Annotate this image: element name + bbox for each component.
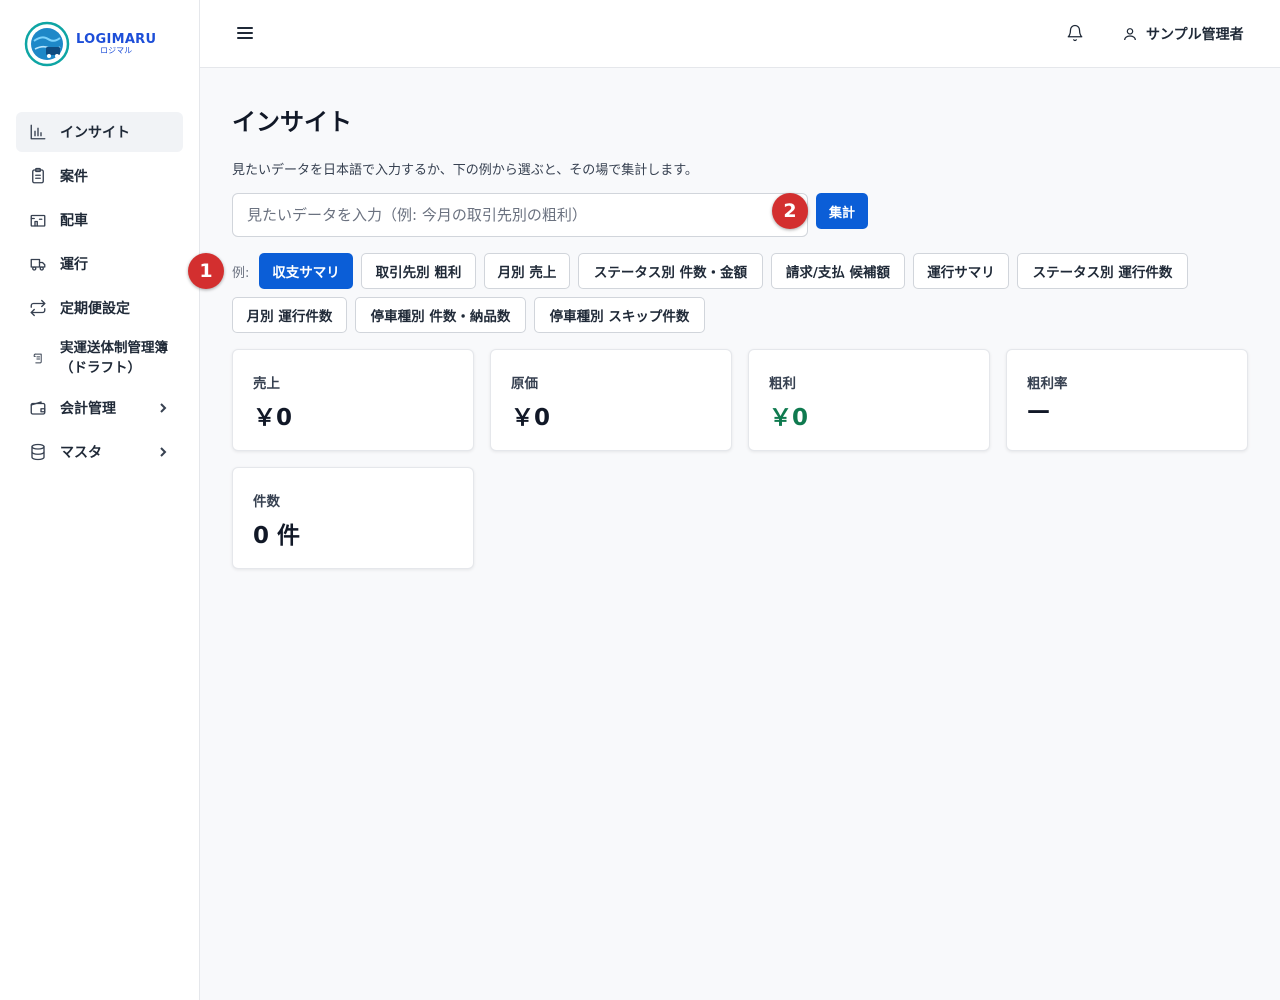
step-badge-1: 1 <box>188 253 224 289</box>
kpi-card-sales: 売上 ￥0 <box>232 349 474 451</box>
kpi-card-gross-profit: 粗利 ￥0 <box>748 349 990 451</box>
kpi-card-count: 件数 0 件 <box>232 467 474 569</box>
kpi-label: 売上 <box>253 376 280 392</box>
sidebar-item-label: 定期便設定 <box>60 301 130 317</box>
hamburger-menu-icon[interactable] <box>236 24 256 44</box>
bell-icon[interactable] <box>1066 24 1086 44</box>
example-chip-billing-payment-candidates[interactable]: 請求/支払 候補額 <box>771 253 905 289</box>
sidebar-item-transport-register[interactable]: 実運送体制管理簿 （ドラフト） <box>16 332 183 384</box>
example-chip-stop-type-delivery-count[interactable]: 停車種別 件数・納品数 <box>355 297 526 333</box>
step-badge-2: 2 <box>772 193 808 229</box>
kpi-card-cost: 原価 ￥0 <box>490 349 732 451</box>
query-input[interactable] <box>232 193 808 237</box>
example-chip-stop-type-skip-count[interactable]: 停車種別 スキップ件数 <box>534 297 705 333</box>
sidebar-item-label: 会計管理 <box>60 401 116 417</box>
sidebar-item-label: 運行 <box>60 257 88 273</box>
page-description: 見たいデータを日本語で入力するか、下の例から選ぶと、その場で集計します。 <box>232 163 698 178</box>
examples-label: 例: <box>232 266 250 281</box>
database-icon <box>28 442 48 462</box>
wallet-icon <box>28 398 48 418</box>
bar-chart-icon <box>28 122 48 142</box>
sidebar-item-dispatch[interactable]: 配車 <box>16 200 183 240</box>
user-icon <box>1124 28 1136 41</box>
truck-icon <box>28 254 48 274</box>
kpi-value: 0 件 <box>253 523 301 549</box>
kpi-value: ￥0 <box>769 405 809 431</box>
sidebar-item-master[interactable]: マスタ <box>16 432 183 472</box>
sidebar-item-label: 実運送体制管理簿 （ドラフト） <box>60 340 168 376</box>
sidebar: LOGIMARU ロジマル インサイト 案件 配車 運行 定期便設定 実運送体制… <box>0 0 200 1000</box>
clipboard-icon <box>28 166 48 186</box>
kpi-value: ￥0 <box>253 405 293 431</box>
logo[interactable]: LOGIMARU ロジマル <box>24 21 156 67</box>
chevron-right-icon <box>157 446 169 458</box>
logo-name: LOGIMARU <box>76 32 157 47</box>
user-name: サンプル管理者 <box>1146 27 1244 43</box>
sidebar-item-label: インサイト <box>60 125 130 141</box>
page-title: インサイト <box>232 108 352 136</box>
example-chip-status-count-amount[interactable]: ステータス別 件数・金額 <box>578 253 763 289</box>
chevron-right-icon <box>157 402 169 414</box>
top-bar: サンプル管理者 <box>200 0 1280 68</box>
kpi-label: 粗利 <box>769 376 796 392</box>
kpi-label: 粗利率 <box>1027 376 1068 392</box>
sidebar-item-label: 案件 <box>60 169 88 185</box>
sidebar-item-accounting[interactable]: 会計管理 <box>16 388 183 428</box>
kpi-value: ￥0 <box>511 405 551 431</box>
example-chip-monthly-sales[interactable]: 月別 売上 <box>484 253 570 289</box>
kpi-card-gross-margin: 粗利率 — <box>1006 349 1248 451</box>
aggregate-button[interactable]: 集計 <box>816 193 868 229</box>
example-chip-profit-by-client[interactable]: 取引先別 粗利 <box>361 253 476 289</box>
example-chip-income-summary[interactable]: 収支サマリ <box>259 253 353 289</box>
kpi-value: — <box>1027 398 1050 424</box>
example-chip-status-operation-count[interactable]: ステータス別 運行件数 <box>1017 253 1188 289</box>
sidebar-item-scheduled-runs[interactable]: 定期便設定 <box>16 288 183 328</box>
sidebar-item-label: 配車 <box>60 213 88 229</box>
scroll-icon <box>28 348 48 368</box>
sidebar-nav: インサイト 案件 配車 運行 定期便設定 実運送体制管理簿 （ドラフト） 会計管… <box>16 112 183 476</box>
example-chip-monthly-operation-count[interactable]: 月別 運行件数 <box>232 297 347 333</box>
user-menu[interactable]: サンプル管理者 <box>1122 24 1244 44</box>
kpi-label: 件数 <box>253 494 280 510</box>
repeat-icon <box>28 298 48 318</box>
logo-globe-icon <box>24 21 70 67</box>
factory-icon <box>28 210 48 230</box>
kpi-label: 原価 <box>511 376 538 392</box>
sidebar-item-insight[interactable]: インサイト <box>16 112 183 152</box>
sidebar-item-operations[interactable]: 運行 <box>16 244 183 284</box>
sidebar-item-cases[interactable]: 案件 <box>16 156 183 196</box>
example-chip-operation-summary[interactable]: 運行サマリ <box>913 253 1009 289</box>
sidebar-item-label: マスタ <box>60 445 102 461</box>
logo-subtitle: ロジマル <box>100 46 133 55</box>
